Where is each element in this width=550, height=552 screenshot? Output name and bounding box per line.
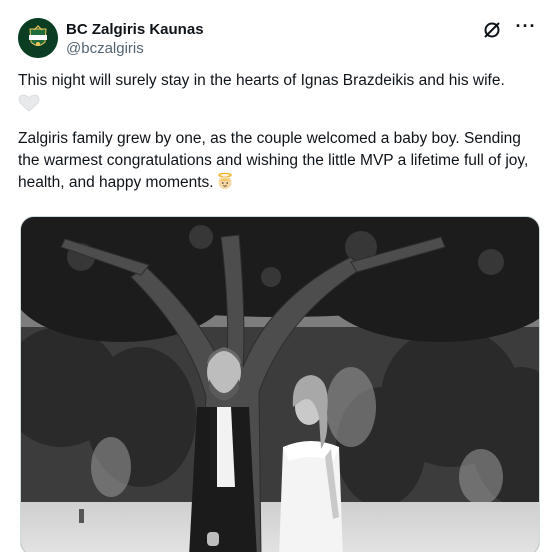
tweet-header: BC Zalgiris Kaunas @bczalgiris ··· xyxy=(18,17,538,58)
grok-slash-icon[interactable] xyxy=(482,20,502,40)
tweet-card: BC Zalgiris Kaunas @bczalgiris ··· This … xyxy=(0,0,550,552)
tweet-paragraph-1: This night will surely stay in the heart… xyxy=(18,72,505,89)
tweet-photo[interactable] xyxy=(20,216,540,552)
tweet-text: This night will surely stay in the heart… xyxy=(18,70,540,194)
user-handle[interactable]: @bczalgiris xyxy=(66,39,204,58)
tweet-paragraph-2-text: Zalgiris family grew by one, as the coup… xyxy=(18,130,529,191)
avatar[interactable] xyxy=(18,18,58,58)
tweet-paragraph-2: Zalgiris family grew by one, as the coup… xyxy=(18,128,540,194)
zalgiris-logo-icon xyxy=(18,18,58,58)
white-heart-icon xyxy=(18,94,40,112)
display-name[interactable]: BC Zalgiris Kaunas xyxy=(66,20,204,39)
baby-angel-icon xyxy=(216,172,234,190)
more-options-icon[interactable]: ··· xyxy=(514,17,538,42)
user-info: BC Zalgiris Kaunas @bczalgiris xyxy=(66,20,204,58)
couple-under-tree-photo xyxy=(21,217,539,552)
